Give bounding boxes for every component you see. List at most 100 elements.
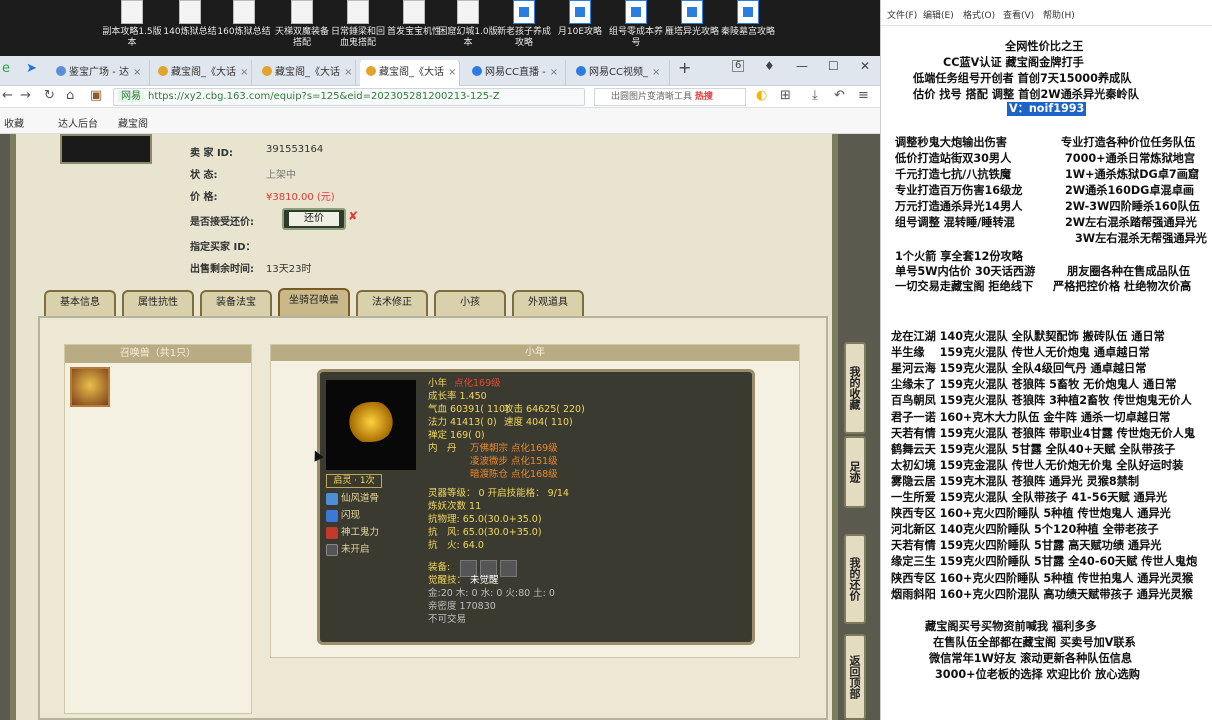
desktop-file-icon[interactable]: 140炼狱总结 <box>160 0 220 52</box>
service-right: 3W左右混杀无帮强通异光 <box>1075 232 1207 245</box>
desktop-file-label: 新老孩子养成攻略 <box>496 27 551 48</box>
desktop-file-icon[interactable]: 160炼狱总结 <box>214 0 274 52</box>
shirt-icon[interactable]: ♦ <box>764 56 775 76</box>
document-icon <box>347 0 369 24</box>
tab-spell-correction[interactable]: 法术修正 <box>356 290 428 316</box>
contact-wechat-id: V：noif1993 <box>1007 102 1087 116</box>
tab-basic-info[interactable]: 基本信息 <box>44 290 116 316</box>
qiling-button[interactable]: 启灵 · 1次 <box>326 474 382 488</box>
notepad-header-line: 低端任务组号开创者 首创7天15000养成队 <box>913 72 1132 85</box>
document-icon <box>681 0 703 24</box>
neidan-2: 凌波微步 点化151级 <box>470 456 558 467</box>
browser-tab[interactable]: 藏宝阁_《大话 × <box>152 60 252 86</box>
menu-format[interactable]: 格式(O) <box>963 8 995 21</box>
footer-line: 在售队伍全部都在藏宝阁 买卖号加V联系 <box>933 636 1136 649</box>
tab-attributes[interactable]: 属性抗性 <box>122 290 194 316</box>
tab-close-icon[interactable]: × <box>133 67 141 78</box>
search-field[interactable]: 出圆图片变清晰工具 热搜 <box>594 88 746 106</box>
home-icon[interactable]: ⌂ <box>66 88 74 103</box>
tab-close-icon[interactable]: × <box>344 67 352 78</box>
tab-close-icon[interactable]: × <box>448 67 456 78</box>
apps-icon[interactable]: ⊞ <box>780 88 791 103</box>
desktop-file-icon[interactable]: 首发宝宝机性 <box>384 0 444 52</box>
wallet-icon[interactable]: ▣ <box>90 88 102 103</box>
team-listing: 雾隐云居 159克木混队 苍狼阵 通异光 灵猴8禁制 <box>891 474 1140 488</box>
my-favorites-button[interactable]: 我的收藏 <box>844 342 866 434</box>
price-label: 价 格: <box>190 192 218 203</box>
url-field[interactable]: 网易 https://xy2.cbg.163.com/equip?s=125&ei… <box>113 88 585 106</box>
tab-close-icon[interactable]: × <box>652 67 660 78</box>
tab-equipment[interactable]: 装备法宝 <box>200 290 272 316</box>
document-icon <box>233 0 255 24</box>
desktop-file-label: 日常錘梁和回血鬼搭配 <box>330 27 385 48</box>
desktop-file-label: 组号零成本养号 <box>608 27 663 48</box>
desktop-file-icon[interactable]: 日常錘梁和回血鬼搭配 <box>328 0 388 52</box>
browser-tab[interactable]: 藏宝阁_《大话 × <box>360 60 460 86</box>
browser-tab[interactable]: 网易CC直播 - × <box>466 60 566 86</box>
skill-shengong[interactable]: 神工鬼力 <box>326 526 379 540</box>
forward-icon[interactable]: → <box>20 88 31 103</box>
desktop-file-icon[interactable]: 组号零成本养号 <box>606 0 666 52</box>
menu-edit[interactable]: 编辑(E) <box>923 8 954 21</box>
undo-icon[interactable]: ↶ <box>834 88 845 103</box>
team-listing: 缘定三生 159克火四阶睡队 5甘露 全40-60天赋 传世人鬼炮 <box>891 555 1198 569</box>
bookmark-daren[interactable]: 达人后台 <box>58 115 98 130</box>
maximize-button[interactable]: ☐ <box>828 56 839 76</box>
pet-thumbnail[interactable] <box>70 367 110 407</box>
skill-xianfeng[interactable]: 仙风道骨 <box>326 492 379 506</box>
browser-tab[interactable]: 藏宝阁_《大话 × <box>256 60 356 86</box>
promo-line: 1个火箭 享全套12份攻略 <box>895 250 1023 263</box>
download-icon[interactable]: ⤓ <box>812 88 818 103</box>
team-listing: 太初幻境 159克金混队 传世人无价炮无价鬼 全队好运时装 <box>891 458 1184 472</box>
menu-view[interactable]: 查看(V) <box>1003 8 1034 21</box>
menu-icon[interactable]: ≡ <box>858 88 869 103</box>
browser-tab[interactable]: 网易CC视频_ × <box>570 60 670 86</box>
tab-appearance[interactable]: 外观道具 <box>512 290 584 316</box>
counter-offer-text: 还价 <box>289 212 339 226</box>
desktop-file-icon[interactable]: 秦陵墓宫攻略 <box>718 0 778 52</box>
extension-icon[interactable]: ◐ <box>756 88 767 103</box>
my-counter-offers-button[interactable]: 我的还价 <box>844 534 866 624</box>
trade-status: 不可交易 <box>428 614 467 625</box>
desktop-file-label: 秦陵墓宫攻略 <box>720 27 775 37</box>
menu-file[interactable]: 文件(F) <box>887 8 917 21</box>
notepad-window: 文件(F) 编辑(E) 格式(O) 查看(V) 帮助(H) 全网性价比之王 CC蓝… <box>880 0 1212 720</box>
minimize-button[interactable]: — <box>796 56 808 76</box>
counter-close-icon[interactable]: ✘ <box>348 209 358 223</box>
skill-shanxian-icon <box>326 510 338 522</box>
service-left: 组号调整 混转睡/睡转混 <box>895 216 1015 229</box>
footprint-button[interactable]: 足迹 <box>844 436 866 508</box>
bookmark-favorites[interactable]: 收藏 <box>4 115 24 130</box>
menu-help[interactable]: 帮助(H) <box>1043 8 1075 21</box>
desktop-file-icon[interactable]: 新老孩子养成攻略 <box>494 0 554 52</box>
desktop-file-icon[interactable]: 月10E攻略 <box>550 0 610 52</box>
desktop-file-icon[interactable]: 雁塔异光攻略 <box>662 0 722 52</box>
tab-mounts-pets[interactable]: 坐骑召唤兽 <box>278 288 350 318</box>
document-icon <box>179 0 201 24</box>
buyer-label: 指定买家 ID： <box>190 242 256 253</box>
intimacy: 亲密度 170830 <box>428 601 496 612</box>
team-listing: 君子一诺 160+克木大力队伍 金牛阵 通杀一切卓越日常 <box>891 410 1171 424</box>
tab-close-icon[interactable]: × <box>550 67 558 78</box>
back-icon[interactable]: ← <box>2 88 13 103</box>
team-listing: 龙在江湖 140克火混队 全队默契配饰 搬砖队伍 通日常 <box>891 330 1165 343</box>
browser-tab[interactable]: 鉴宝广场 - 达 × <box>50 60 150 86</box>
tab-count-badge[interactable]: 6 <box>732 60 745 72</box>
close-button[interactable]: ✕ <box>860 56 870 76</box>
tab-label: 网易CC直播 - <box>485 67 546 78</box>
desktop-file-icon[interactable]: 天梯双魔装备搭配 <box>272 0 332 52</box>
tab-children[interactable]: 小孩 <box>434 290 506 316</box>
equip-slot-3[interactable] <box>500 560 517 577</box>
desktop-file-icon[interactable]: 副本攻略1.5版本 <box>102 0 162 52</box>
skill-shanxian[interactable]: 闪现 <box>326 509 360 523</box>
tab-close-icon[interactable]: × <box>240 67 248 78</box>
pinned-tab-icon[interactable]: ➤ <box>26 61 37 76</box>
new-tab-button[interactable]: + <box>678 58 691 77</box>
counter-offer-button[interactable]: 还价 <box>282 208 346 230</box>
bookmark-cbg[interactable]: 藏宝阁 <box>118 115 148 130</box>
desktop-file-icon[interactable]: 困窟幻城1.0版本 <box>438 0 498 52</box>
reload-icon[interactable]: ↻ <box>44 88 55 103</box>
tab-favicon-icon <box>158 66 168 76</box>
service-right: 2W-3W四阶睡杀160队伍 <box>1065 200 1200 213</box>
back-to-top-button[interactable]: 返回顶部 <box>844 634 866 720</box>
